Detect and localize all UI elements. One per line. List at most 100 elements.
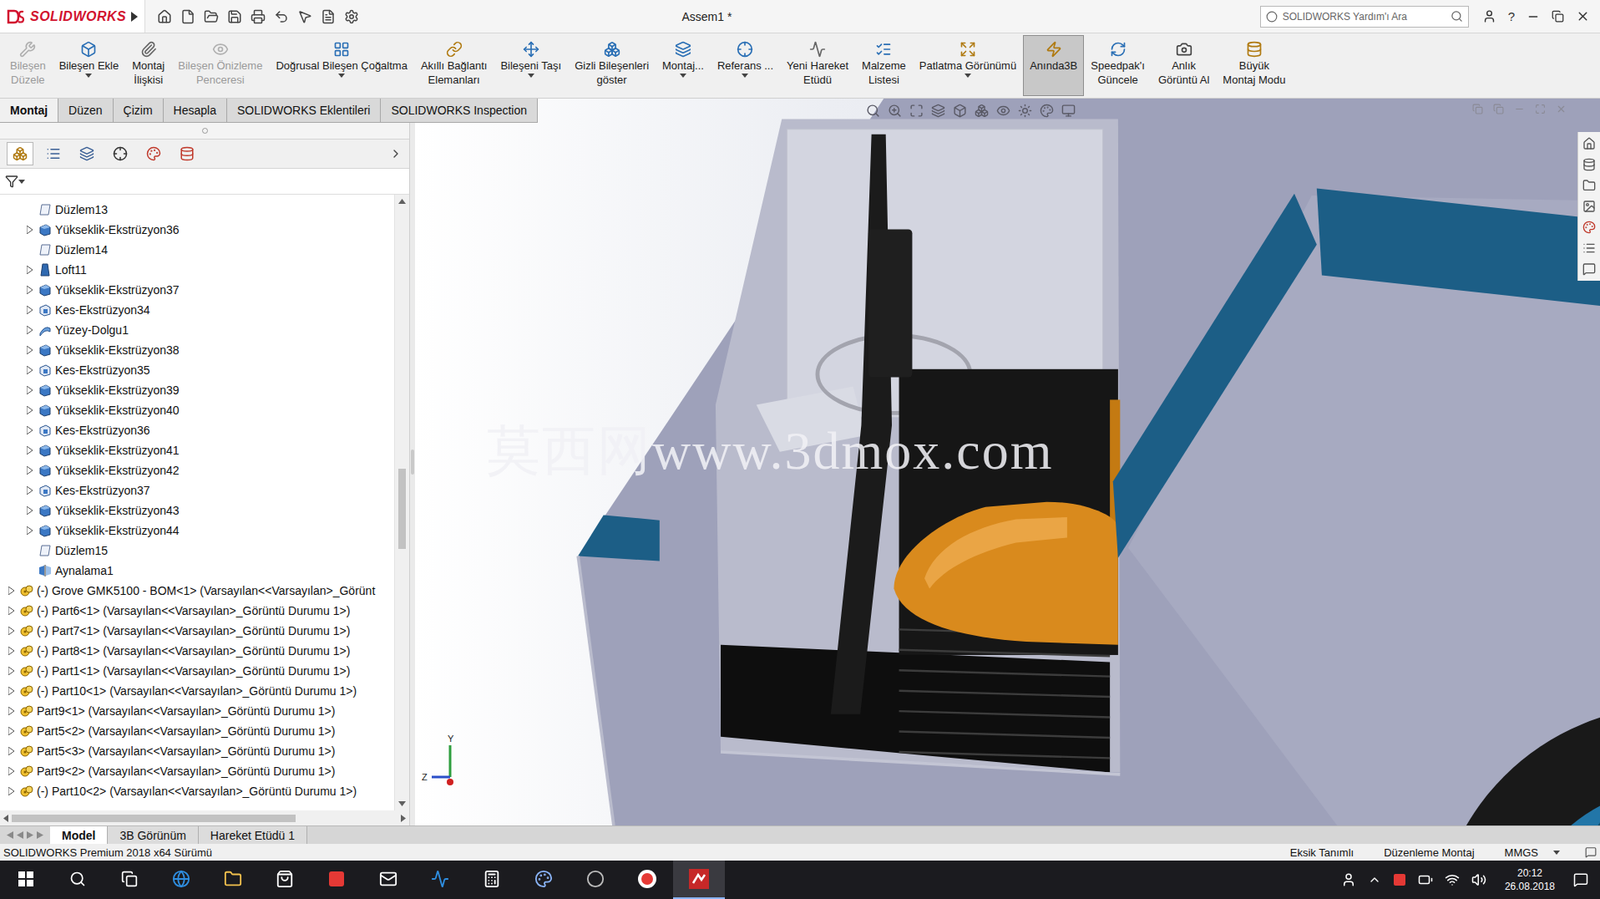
resources-icon[interactable]: [1582, 136, 1596, 151]
tree-item[interactable]: (-) Grove GMK5100 - BOM<1> (Varsayılan<<…: [0, 580, 395, 601]
cascade-icon[interactable]: [1493, 103, 1504, 115]
help-search-field[interactable]: SOLIDWORKS Yardım'ı Ara: [1260, 5, 1469, 28]
close-icon[interactable]: [1575, 9, 1590, 24]
expand-arrow-icon[interactable]: [26, 365, 33, 375]
expand-arrow-icon[interactable]: [26, 285, 33, 294]
tree-item[interactable]: Yükseklik-Ekstrüzyon41: [0, 440, 395, 461]
more-tabs-icon[interactable]: [389, 146, 403, 161]
expand-arrow-icon[interactable]: [26, 305, 33, 314]
expand-arrow-icon[interactable]: [8, 706, 15, 715]
tree-item[interactable]: Loft11: [0, 259, 395, 280]
horizontal-scrollbar[interactable]: [0, 810, 410, 826]
expand-arrow-icon[interactable]: [26, 425, 33, 435]
bottom-tab[interactable]: Model: [50, 825, 108, 844]
custom-properties-icon[interactable]: [1582, 241, 1596, 255]
hide-show-icon[interactable]: [996, 103, 1011, 118]
taskbar-app[interactable]: [310, 860, 363, 899]
file-properties-icon[interactable]: [320, 9, 336, 25]
tree-item[interactable]: Kes-Ekstrüzyon35: [0, 359, 395, 380]
expand-arrow-icon[interactable]: [8, 666, 15, 675]
expand-arrow-icon[interactable]: [8, 746, 15, 755]
expand-arrow-icon[interactable]: [26, 506, 33, 515]
previous-view-icon[interactable]: [909, 103, 924, 118]
expand-arrow-icon[interactable]: [8, 726, 15, 735]
tree-item[interactable]: (-) Part10<1> (Varsayılan<<Varsayılan>_G…: [0, 680, 395, 701]
expand-arrow-icon[interactable]: [8, 586, 15, 595]
status-item[interactable]: MMGS: [1489, 845, 1554, 859]
tree-item[interactable]: Yüzey-Dolgu1: [0, 319, 395, 340]
taskbar-app[interactable]: [569, 860, 622, 899]
ribbon-button[interactable]: MalzemeListesi: [855, 35, 913, 97]
ribbon-button[interactable]: Doğrusal Bileşen Çoğaltma: [268, 35, 415, 97]
tree-item[interactable]: Part5<2> (Varsayılan<<Varsayılan>_Görünt…: [0, 720, 395, 741]
expand-arrow-icon[interactable]: [8, 606, 15, 615]
show-hidden-icon[interactable]: [1367, 872, 1382, 887]
restore-icon[interactable]: [1551, 10, 1565, 23]
tree-item[interactable]: Aynalama1: [0, 560, 395, 581]
people-icon[interactable]: [1341, 871, 1357, 887]
forum-icon[interactable]: [1582, 262, 1596, 276]
command-tab[interactable]: Hesapla: [163, 98, 228, 122]
viewport-minimize-icon[interactable]: [1513, 103, 1525, 115]
command-tab[interactable]: SOLIDWORKS Eklentileri: [227, 98, 381, 122]
tile-icon[interactable]: [1472, 103, 1484, 115]
tree-item[interactable]: Yükseklik-Ekstrüzyon39: [0, 379, 395, 400]
wifi-icon[interactable]: [1444, 871, 1460, 887]
tree-item[interactable]: Kes-Ekstrüzyon34: [0, 299, 395, 320]
appearances-icon[interactable]: [1582, 220, 1596, 234]
tree-item[interactable]: Part9<2> (Varsayılan<<Varsayılan>_Görünt…: [0, 760, 395, 781]
design-library-icon[interactable]: [1582, 157, 1596, 172]
vertical-scrollbar[interactable]: [394, 194, 410, 811]
options-gear-icon[interactable]: [344, 9, 360, 25]
tree-item[interactable]: Yükseklik-Ekstrüzyon37: [0, 279, 395, 300]
taskbar-app[interactable]: [465, 860, 518, 899]
ribbon-button[interactable]: BüyükMontaj Modu: [1215, 35, 1292, 97]
save-icon[interactable]: [227, 9, 243, 25]
select-icon[interactable]: [297, 9, 313, 25]
expand-arrow-icon[interactable]: [8, 626, 15, 635]
expand-arrow-icon[interactable]: [26, 345, 33, 355]
ribbon-button[interactable]: Gizli Bileşenlerigöster: [567, 35, 656, 97]
taskbar-app[interactable]: [207, 860, 259, 899]
expand-arrow-icon[interactable]: [26, 385, 33, 395]
undo-icon[interactable]: [273, 9, 289, 25]
taskbar-app[interactable]: [362, 860, 415, 899]
display-style-icon[interactable]: [974, 103, 989, 118]
start-button[interactable]: [0, 860, 52, 899]
command-tab[interactable]: Çizim: [113, 98, 164, 122]
tree-item[interactable]: (-) Part8<1> (Varsayılan<<Varsayılan>_Gö…: [0, 640, 395, 661]
status-item[interactable]: Eksik Tanımlı: [1275, 845, 1369, 859]
expand-arrow-icon[interactable]: [8, 786, 15, 795]
tree-item[interactable]: (-) Part1<1> (Varsayılan<<Varsayılan>_Gö…: [0, 660, 395, 681]
tree-item[interactable]: Düzlem15: [0, 540, 395, 561]
panel-splitter[interactable]: [409, 98, 416, 826]
taskbar-app[interactable]: [621, 860, 674, 899]
expand-arrow-icon[interactable]: [26, 465, 33, 475]
ribbon-button[interactable]: Anında3B: [1022, 35, 1084, 97]
graphics-viewport[interactable]: 莫西网www.3dmox.comYZ: [415, 98, 1600, 826]
home-icon[interactable]: [156, 9, 173, 25]
feature-manager-tab[interactable]: [6, 141, 34, 166]
expand-arrow-icon[interactable]: [26, 405, 33, 415]
configuration-manager-tab[interactable]: [73, 141, 101, 166]
tree-item[interactable]: Düzlem14: [0, 239, 395, 260]
tree-item[interactable]: Yükseklik-Ekstrüzyon43: [0, 500, 395, 521]
menu-flyout-icon[interactable]: [131, 11, 138, 22]
ribbon-button[interactable]: Bileşen Ekle: [52, 35, 127, 97]
ribbon-button[interactable]: Montajİlişkisi: [125, 35, 172, 97]
tree-item[interactable]: Kes-Ekstrüzyon37: [0, 480, 395, 501]
scroll-thumb[interactable]: [398, 468, 406, 549]
tab-nav-icon[interactable]: [16, 830, 24, 839]
minimize-icon[interactable]: [1526, 10, 1540, 24]
file-explorer-icon[interactable]: [1582, 178, 1596, 193]
expand-arrow-icon[interactable]: [26, 445, 33, 455]
expand-arrow-icon[interactable]: [8, 646, 15, 655]
taskbar-app[interactable]: [414, 860, 466, 899]
taskbar-app[interactable]: [258, 860, 311, 899]
expand-arrow-icon[interactable]: [26, 325, 33, 335]
ribbon-button[interactable]: Patlatma Görünümü: [912, 35, 1023, 97]
taskbar-search[interactable]: [51, 860, 104, 899]
print-icon[interactable]: [250, 9, 266, 25]
zoom-fit-icon[interactable]: [865, 103, 881, 118]
tree-item[interactable]: Part9<1> (Varsayılan<<Varsayılan>_Görünt…: [0, 700, 395, 721]
